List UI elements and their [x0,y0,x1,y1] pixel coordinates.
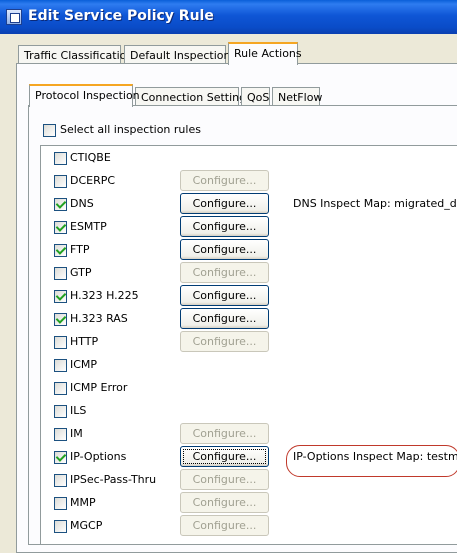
configure-button-h-323-h-225[interactable]: Configure... [180,285,269,306]
inspection-label-dns: DNS [70,197,94,210]
configure-button-im: Configure... [180,423,269,444]
checkbox-mgcp[interactable] [54,520,67,533]
select-all-checkbox[interactable] [43,124,56,137]
checkbox-ftp[interactable] [54,244,67,257]
inspection-label-gtp: GTP [70,266,92,279]
tab-protocol-inspection[interactable]: Protocol Inspection [29,84,140,107]
configure-button-gtp: Configure... [180,262,269,283]
configure-button-esmtp[interactable]: Configure... [180,216,269,237]
checkbox-h-323-h-225[interactable] [54,290,67,303]
inspection-label-ils: ILS [70,404,87,417]
configure-button-h-323-ras[interactable]: Configure... [180,308,269,329]
inspection-label-mgcp: MGCP [70,519,103,532]
checkbox-ctiqbe[interactable] [54,152,67,165]
inspection-label-mmp: MMP [70,496,96,509]
inspection-label-dcerpc: DCERPC [70,174,116,187]
inspection-label-http: HTTP [70,335,99,348]
inspection-label-ipsec-pass-thru: IPSec-Pass-Thru [70,473,157,486]
checkbox-dns[interactable] [54,198,67,211]
inspection-label-h-323-ras: H.323 RAS [70,312,128,325]
inspection-label-icmp-error: ICMP Error [70,381,128,394]
inspection-label-ctiqbe: CTIQBE [70,151,111,164]
configure-button-mmp: Configure... [180,492,269,513]
checkbox-icmp[interactable] [54,359,67,372]
checkbox-esmtp[interactable] [54,221,67,234]
inspect-map-text-dns: DNS Inspect Map: migrated_dns_r [293,197,457,210]
checkbox-dcerpc[interactable] [54,175,67,188]
select-all-label: Select all inspection rules [60,123,201,136]
checkbox-h-323-ras[interactable] [54,313,67,326]
checkbox-ip-options[interactable] [54,451,67,464]
tab-traffic-classification[interactable]: Traffic Classification [18,45,133,65]
app-window-icon[interactable] [6,9,22,25]
configure-button-ip-options[interactable]: Configure... [180,446,269,467]
inspection-label-esmtp: ESMTP [70,220,107,233]
window-title: Edit Service Policy Rule [28,8,214,24]
inspection-label-h-323-h-225: H.323 H.225 [70,289,139,302]
tab-default-inspections[interactable]: Default Inspections [124,45,236,65]
inspection-label-ftp: FTP [70,243,90,256]
highlight-annotation [286,445,457,477]
inspection-label-im: IM [70,427,83,440]
inspection-label-ip-options: IP-Options [70,450,127,463]
checkbox-gtp[interactable] [54,267,67,280]
configure-button-http: Configure... [180,331,269,352]
configure-button-ftp[interactable]: Configure... [180,239,269,260]
checkbox-icmp-error[interactable] [54,382,67,395]
configure-button-mgcp: Configure... [180,515,269,536]
tab-connection-settings[interactable]: Connection Settings [135,87,252,107]
inspection-label-icmp: ICMP [70,358,98,371]
title-bar: Edit Service Policy Rule [0,0,457,34]
configure-button-ipsec-pass-thru: Configure... [180,469,269,490]
checkbox-http[interactable] [54,336,67,349]
configure-button-dns[interactable]: Configure... [180,193,269,214]
tab-qos[interactable]: QoS [241,87,270,107]
checkbox-im[interactable] [54,428,67,441]
checkbox-ipsec-pass-thru[interactable] [54,474,67,487]
tab-rule-actions[interactable]: Rule Actions [228,42,302,65]
configure-button-dcerpc: Configure... [180,170,269,191]
checkbox-ils[interactable] [54,405,67,418]
checkbox-mmp[interactable] [54,497,67,510]
tab-netflow[interactable]: NetFlow [272,87,322,107]
